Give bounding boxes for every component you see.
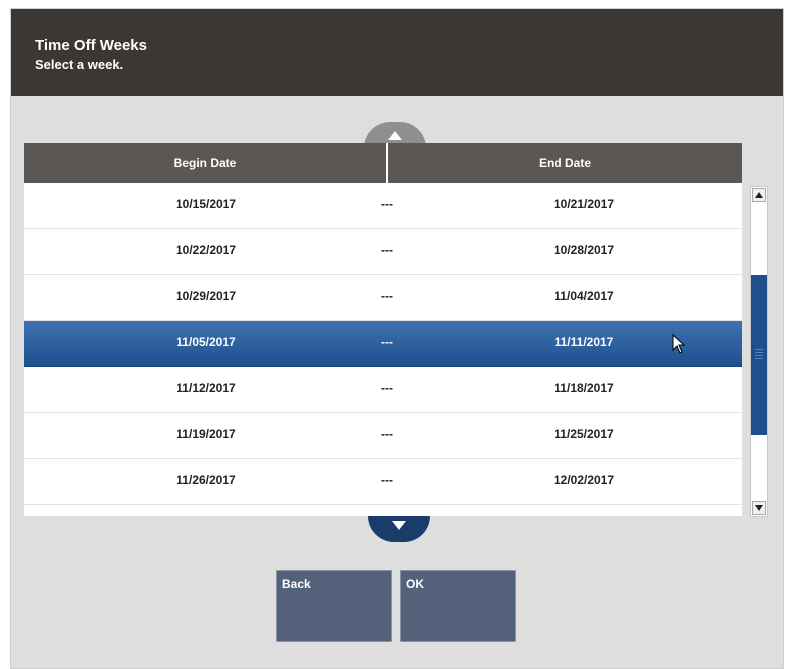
grip-icon [755, 349, 763, 361]
table-header: Begin Date End Date [24, 143, 742, 183]
begin-date-cell: 11/19/2017 [176, 427, 236, 441]
date-separator: --- [381, 289, 393, 303]
chevron-down-icon [392, 521, 406, 530]
begin-date-cell: 11/26/2017 [176, 473, 236, 487]
back-button[interactable]: Back [276, 570, 392, 642]
scrollbar-thumb[interactable] [751, 275, 767, 435]
begin-date-cell: 11/12/2017 [176, 381, 236, 395]
table-row[interactable]: 11/12/2017 --- 11/18/2017 [24, 367, 742, 413]
triangle-up-icon [755, 192, 763, 198]
weeks-table: Begin Date End Date 10/15/2017 --- 10/21… [24, 143, 742, 516]
table-row[interactable]: 10/29/2017 --- 11/04/2017 [24, 275, 742, 321]
date-separator: --- [381, 427, 393, 441]
table-row[interactable]: 10/22/2017 --- 10/28/2017 [24, 229, 742, 275]
table-row-selected[interactable]: 11/05/2017 --- 11/11/2017 [24, 321, 742, 367]
ok-button-label: OK [406, 577, 424, 591]
date-separator: --- [381, 473, 393, 487]
end-date-cell: 10/21/2017 [553, 197, 615, 211]
end-date-cell: 11/04/2017 [554, 289, 614, 303]
page-subtitle: Select a week. [35, 57, 124, 72]
header-bar: Time Off Weeks Select a week. [11, 9, 783, 96]
scrollbar-up-arrow[interactable] [752, 188, 766, 202]
table-row[interactable]: 11/26/2017 --- 12/02/2017 [24, 459, 742, 505]
begin-date-cell: 10/22/2017 [175, 243, 237, 257]
page-title: Time Off Weeks [35, 37, 147, 54]
back-button-label: Back [282, 577, 311, 591]
end-date-cell: 12/02/2017 [553, 473, 615, 487]
column-header-end-date: End Date [538, 156, 591, 170]
end-date-cell: 10/28/2017 [553, 243, 615, 257]
date-separator: --- [381, 335, 393, 349]
end-date-cell: 11/11/2017 [554, 335, 614, 349]
column-header-begin-date: Begin Date [173, 156, 237, 170]
ok-button[interactable]: OK [400, 570, 516, 642]
end-date-cell: 11/18/2017 [554, 381, 614, 395]
mouse-pointer-icon [672, 333, 686, 359]
table-row[interactable]: 10/15/2017 --- 10/21/2017 [24, 183, 742, 229]
table-row[interactable]: 11/19/2017 --- 11/25/2017 [24, 413, 742, 459]
begin-date-cell: 11/05/2017 [176, 335, 236, 349]
date-separator: --- [381, 381, 393, 395]
chevron-up-icon [388, 131, 402, 140]
begin-date-cell: 10/29/2017 [175, 289, 237, 303]
date-separator: --- [381, 243, 393, 257]
table-scrollbar[interactable] [750, 186, 768, 517]
end-date-cell: 11/25/2017 [554, 427, 614, 441]
triangle-down-icon [755, 505, 763, 511]
begin-date-cell: 10/15/2017 [175, 197, 237, 211]
date-separator: --- [381, 197, 393, 211]
scrollbar-down-arrow[interactable] [752, 501, 766, 515]
